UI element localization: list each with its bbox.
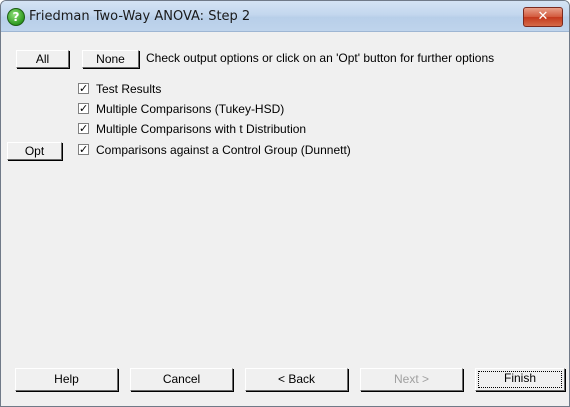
instruction-text: Check output options or click on an 'Opt… xyxy=(146,51,495,65)
dialog-window: ? Friedman Two-Way ANOVA: Step 2 ✕ All N… xyxy=(0,0,570,407)
help-button[interactable]: Help xyxy=(15,368,118,391)
dialog-body: All None Check output options or click o… xyxy=(1,32,569,406)
cancel-button-label: Cancel xyxy=(162,372,201,386)
close-button[interactable]: ✕ xyxy=(523,7,563,27)
checkbox-dunnett[interactable]: ✓ xyxy=(78,144,89,155)
finish-button[interactable]: Finish xyxy=(475,368,565,391)
checkbox-t-distribution[interactable]: ✓ xyxy=(78,123,89,134)
all-button[interactable]: All xyxy=(16,50,69,68)
cancel-button[interactable]: Cancel xyxy=(130,368,233,391)
option-label: Multiple Comparisons with t Distribution xyxy=(96,122,307,136)
next-button[interactable]: Next > xyxy=(360,368,463,391)
checkbox-tukey-hsd[interactable]: ✓ xyxy=(78,103,89,114)
option-label: Test Results xyxy=(96,82,162,96)
back-button-label: < Back xyxy=(277,372,316,386)
opt-button[interactable]: Opt xyxy=(7,142,62,160)
none-button[interactable]: None xyxy=(82,50,139,68)
checkbox-test-results[interactable]: ✓ xyxy=(78,83,89,94)
next-button-label: Next > xyxy=(393,372,429,386)
option-label: Comparisons against a Control Group (Dun… xyxy=(96,143,351,157)
title-bar: ? Friedman Two-Way ANOVA: Step 2 ✕ xyxy=(1,1,569,32)
back-button[interactable]: < Back xyxy=(245,368,348,391)
option-label: Multiple Comparisons (Tukey-HSD) xyxy=(96,102,285,116)
window-title: Friedman Two-Way ANOVA: Step 2 xyxy=(29,9,251,24)
help-question-icon: ? xyxy=(7,8,25,26)
help-button-label: Help xyxy=(54,372,79,386)
finish-button-label: Finish xyxy=(503,371,536,385)
